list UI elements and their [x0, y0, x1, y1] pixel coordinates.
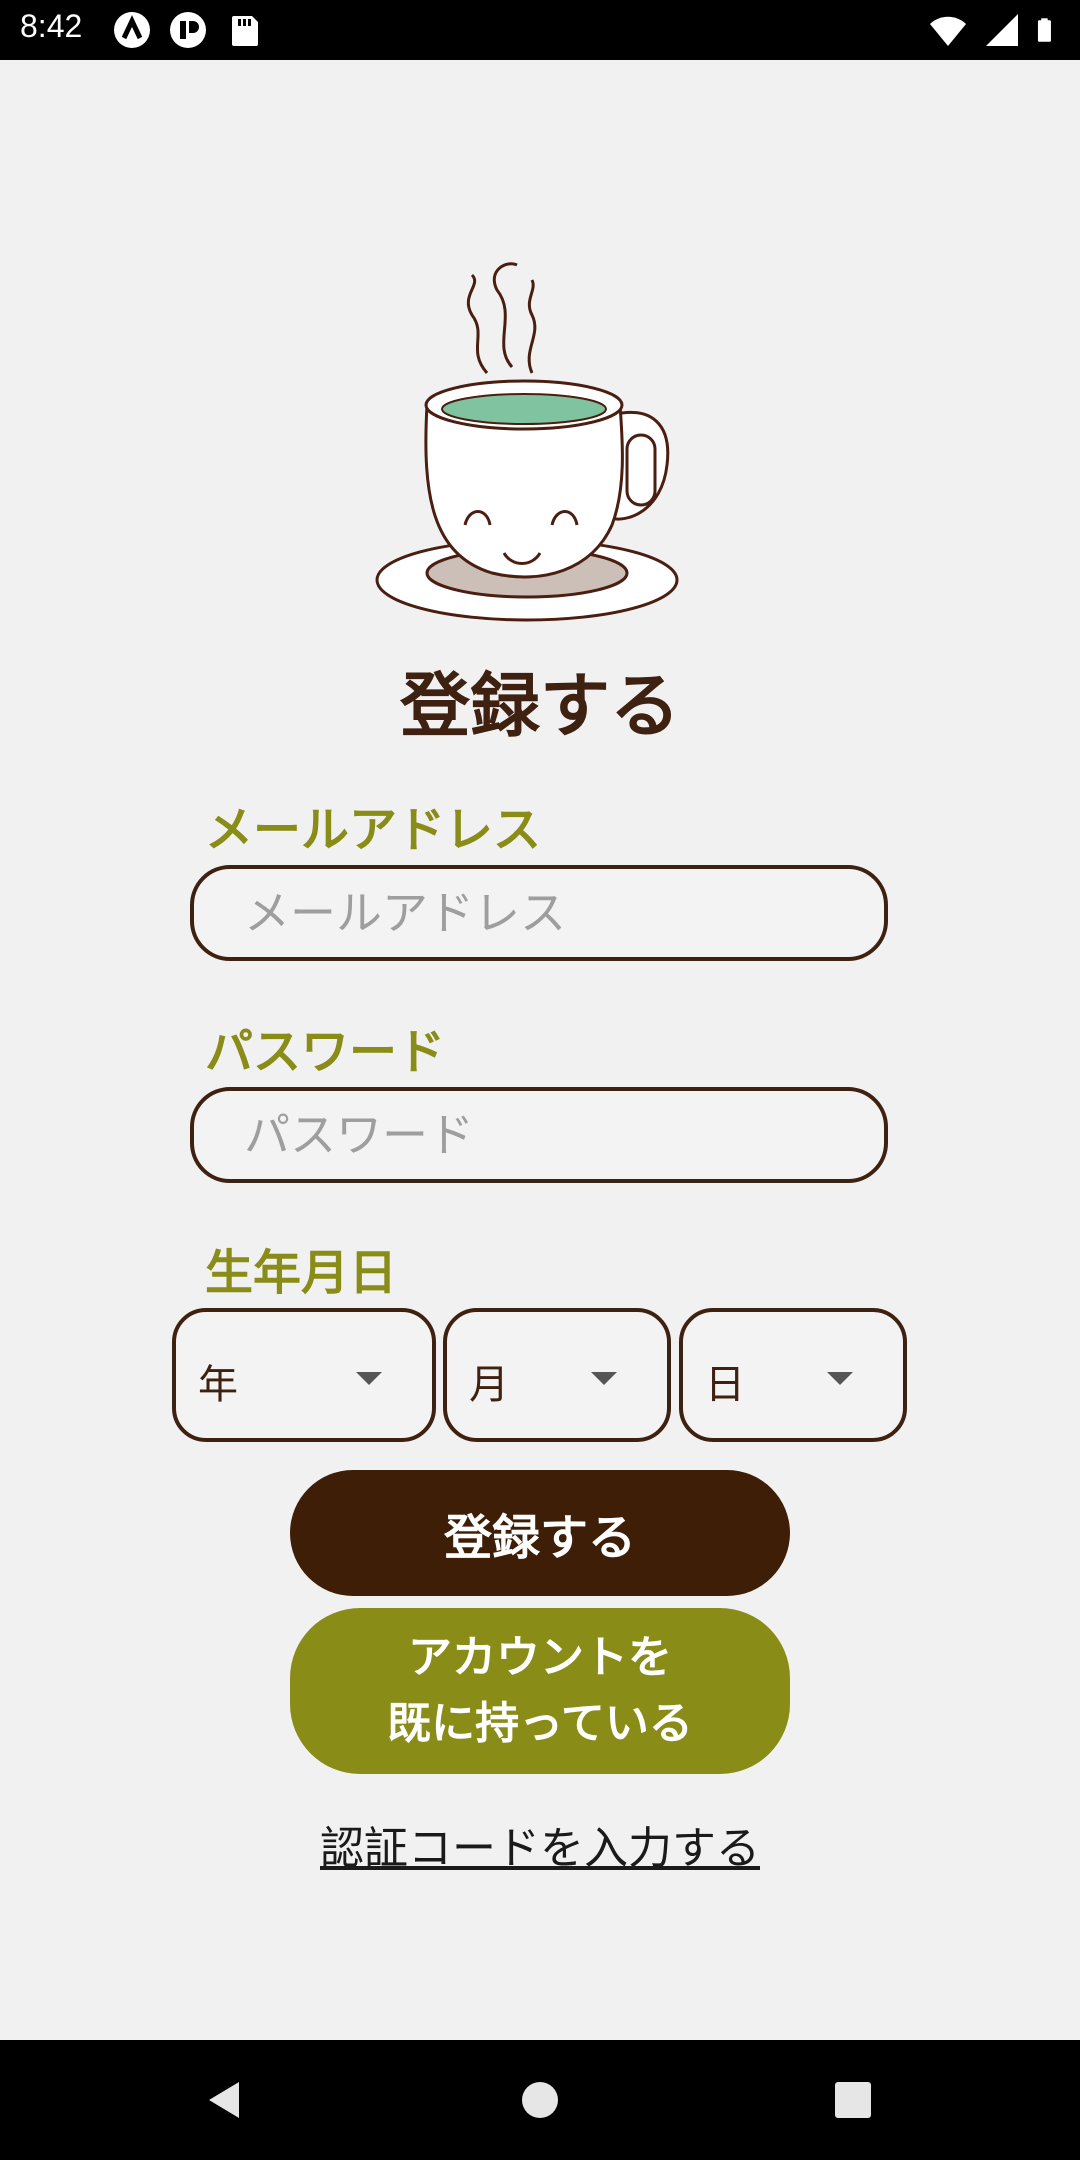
recents-icon[interactable]	[833, 2080, 873, 2120]
chevron-down-icon	[827, 1372, 853, 1385]
app-icon-a	[114, 12, 150, 48]
verify-code-link[interactable]: 認証コードを入力する	[0, 1812, 1080, 1876]
battery-icon	[1037, 18, 1051, 42]
status-icons-left	[112, 10, 264, 50]
birth-month-select[interactable]: 月	[443, 1308, 671, 1442]
email-field[interactable]	[190, 865, 888, 961]
register-button[interactable]: 登録する	[290, 1470, 790, 1596]
coffee-cup-mascot-icon	[375, 262, 679, 622]
birthdate-label: 生年月日	[205, 1245, 398, 1301]
navigation-bar	[0, 2040, 1080, 2160]
birth-month-value: 月	[469, 1362, 509, 1408]
chevron-down-icon	[356, 1372, 382, 1385]
status-bar: 8:42	[0, 0, 1080, 60]
birth-day-value: 日	[705, 1362, 745, 1408]
page-title: 登録する	[400, 665, 680, 747]
password-input[interactable]	[194, 1091, 884, 1179]
cell-signal-icon	[986, 14, 1018, 46]
password-label: パスワード	[205, 1024, 446, 1080]
sd-card-icon	[232, 16, 258, 46]
status-time: 8:42	[20, 8, 83, 44]
back-icon[interactable]	[205, 2080, 245, 2120]
birth-year-select[interactable]: 年	[172, 1308, 436, 1442]
have-account-line1: アカウントを	[408, 1632, 672, 1683]
password-field[interactable]	[190, 1087, 888, 1183]
have-account-button[interactable]: アカウントを 既に持っている	[290, 1608, 790, 1774]
wifi-icon	[930, 16, 966, 46]
email-input[interactable]	[194, 869, 884, 957]
chevron-down-icon	[591, 1372, 617, 1385]
home-icon[interactable]	[520, 2080, 560, 2120]
register-button-label: 登録する	[443, 1510, 636, 1566]
have-account-line2: 既に持っている	[387, 1698, 693, 1749]
app-icon-b	[170, 12, 206, 48]
birth-day-select[interactable]: 日	[679, 1308, 907, 1442]
status-icons-right	[928, 10, 1062, 50]
email-label: メールアドレス	[205, 802, 542, 858]
birth-year-value: 年	[198, 1362, 238, 1408]
